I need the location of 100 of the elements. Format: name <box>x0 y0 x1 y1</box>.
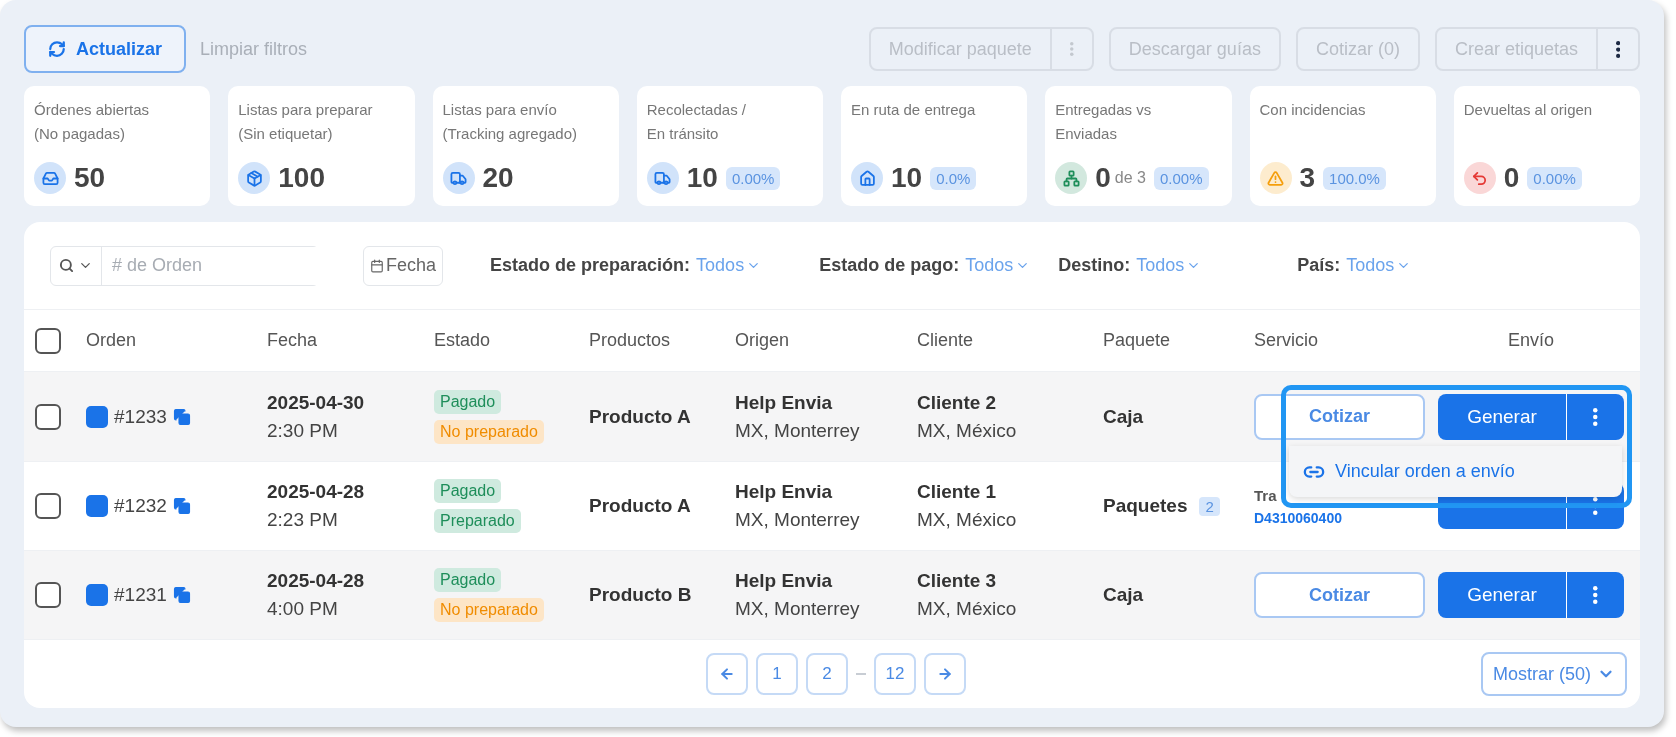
origin-name: Help Envia <box>735 391 833 414</box>
tracking-label: Tra <box>1254 486 1277 504</box>
stat-value: 20 <box>482 162 514 194</box>
quote-button[interactable]: Cotizar <box>1254 393 1425 440</box>
kebab-icon <box>1615 40 1621 58</box>
filter-select[interactable]: País: Todos <box>1297 255 1412 276</box>
column-header: Productos <box>589 330 672 351</box>
product-name: Producto A <box>589 405 692 428</box>
status-badge: Pagado <box>434 389 502 414</box>
column-header: Fecha <box>267 330 319 351</box>
order-time: 2:30 PM <box>267 419 338 442</box>
refresh-button[interactable]: Actualizar <box>24 25 187 73</box>
client-place: MX, México <box>917 598 1017 620</box>
order-tag-icon <box>86 495 108 517</box>
copy-icon[interactable] <box>172 407 191 426</box>
refresh-icon <box>48 40 66 58</box>
status-badge: No preparado <box>434 419 544 444</box>
calendar-icon <box>370 258 384 273</box>
percent-badge: 0.00% <box>725 166 781 190</box>
stat-value: 3 <box>1299 162 1316 194</box>
kebab-icon <box>1070 42 1074 56</box>
stat-label: Listas para preparar (Sin etiquetar) <box>238 100 374 144</box>
order-date: 2025-04-30 <box>267 391 365 414</box>
stat-label: Devueltas al origen <box>1463 100 1594 120</box>
status-badge: Pagado <box>434 568 502 592</box>
status-badge: No preparado <box>434 598 544 622</box>
order-number: #1231 <box>114 584 167 606</box>
column-header: Envío <box>1507 330 1555 351</box>
previous-page-button[interactable] <box>706 653 748 695</box>
column-header: Orden <box>86 330 138 351</box>
stat-value: 50 <box>74 162 106 194</box>
column-header: Origen <box>735 330 791 351</box>
next-page-button[interactable] <box>924 653 966 695</box>
origin-place: MX, Monterrey <box>735 419 860 442</box>
page-size-button[interactable]: Mostrar (50) <box>1481 652 1627 696</box>
row-checkbox[interactable] <box>35 582 61 608</box>
search-icon <box>59 258 74 273</box>
date-filter-button[interactable]: Fecha <box>363 245 444 286</box>
package-type: Paquetes <box>1103 495 1188 517</box>
order-date: 2025-04-28 <box>267 570 365 592</box>
status-badge: Preparado <box>434 509 521 533</box>
origin-place: MX, Monterrey <box>735 509 860 531</box>
order-time: 4:00 PM <box>267 598 338 620</box>
client-name: Cliente 3 <box>917 570 997 592</box>
stat-label: Listas para envío (Tracking agregado) <box>442 100 578 144</box>
order-date: 2025-04-28 <box>267 481 365 503</box>
quote-button[interactable]: Cotizar <box>1254 572 1425 618</box>
client-place: MX, México <box>917 509 1017 531</box>
column-header: Paquete <box>1103 330 1172 351</box>
origin-place: MX, Monterrey <box>735 598 860 620</box>
column-header: Estado <box>434 330 492 351</box>
origin-name: Help Envia <box>735 570 833 592</box>
product-name: Producto A <box>589 495 692 517</box>
percent-badge: 100.0% <box>1323 166 1386 190</box>
order-tag-icon <box>86 405 108 428</box>
filter-select[interactable]: Destino: Todos <box>1058 255 1202 276</box>
menu-item[interactable]: Vincular orden a envío <box>1303 460 1515 483</box>
package-type: Caja <box>1103 584 1144 606</box>
kebab-icon <box>1593 407 1598 426</box>
package-count: 2 <box>1199 496 1220 516</box>
stat-label: Recolectadas / En tránsito <box>646 100 747 144</box>
filter-select[interactable]: Estado de pago: Todos <box>819 255 1031 276</box>
order-number: #1232 <box>114 495 167 517</box>
column-header: Cliente <box>917 330 975 351</box>
order-number: #1233 <box>114 405 167 428</box>
stat-label: Entregadas vs Enviadas <box>1055 100 1153 144</box>
column-header: Servicio <box>1254 330 1320 351</box>
copy-icon[interactable] <box>172 497 191 515</box>
row-checkbox[interactable] <box>35 403 61 430</box>
stat-value: 0 <box>1095 162 1111 194</box>
percent-badge: 0.0% <box>930 166 977 190</box>
origin-name: Help Envia <box>735 481 833 503</box>
percent-badge: 0.00% <box>1527 166 1582 190</box>
status-badge: Pagado <box>434 479 502 503</box>
clear-filters-button[interactable]: Limpiar filtros <box>194 37 314 61</box>
order-time: 2:23 PM <box>267 509 338 531</box>
client-name: Cliente 1 <box>917 481 997 503</box>
row-checkbox[interactable] <box>35 493 61 519</box>
client-place: MX, México <box>917 419 1017 442</box>
order-tag-icon <box>86 584 108 606</box>
stat-label: Con incidencias <box>1259 100 1367 120</box>
stat-total: de 3 <box>1114 169 1146 187</box>
generate-button[interactable]: Generar <box>1438 393 1566 440</box>
copy-icon[interactable] <box>172 586 191 604</box>
page-button[interactable]: 2 <box>806 653 848 695</box>
stat-label: En ruta de entrega <box>851 100 977 120</box>
page-button[interactable]: 12 <box>874 653 916 695</box>
select-all-checkbox[interactable] <box>35 327 61 354</box>
generate-button[interactable]: Generar <box>1438 572 1566 618</box>
client-name: Cliente 2 <box>917 391 997 414</box>
package-type: Caja <box>1103 405 1144 428</box>
stat-value: 100 <box>278 162 325 194</box>
filter-select[interactable]: Estado de preparación: Todos <box>490 255 762 276</box>
stat-value: 10 <box>891 162 923 194</box>
kebab-icon <box>1593 586 1598 604</box>
stat-value: 0 <box>1503 162 1520 194</box>
page-button[interactable]: 1 <box>756 653 798 695</box>
tracking-link[interactable]: D4310060400 <box>1254 509 1342 526</box>
arrow-right-icon <box>937 666 953 682</box>
product-name: Producto B <box>589 584 693 606</box>
